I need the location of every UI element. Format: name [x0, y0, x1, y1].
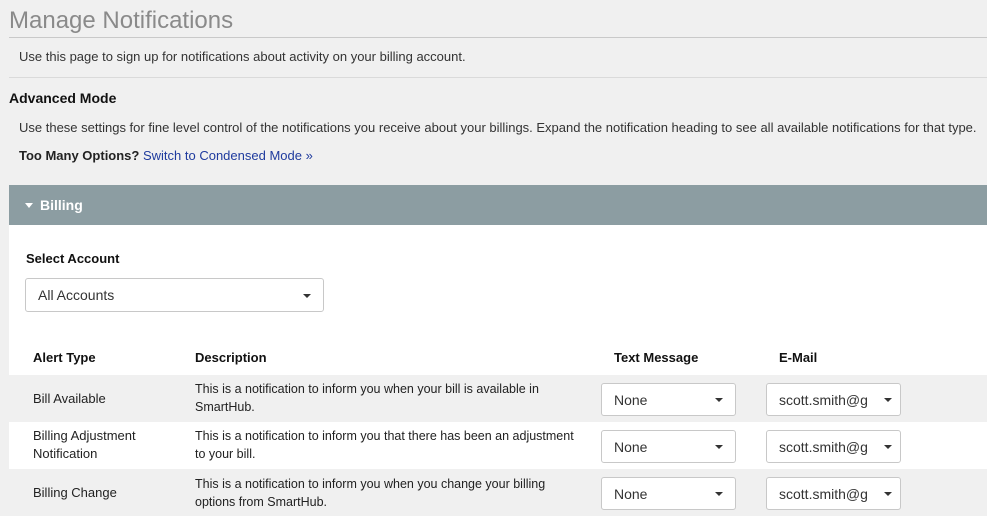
select-account-label: Select Account [26, 251, 120, 266]
page-title: Manage Notifications [9, 7, 234, 34]
billing-panel-title: Billing [40, 197, 83, 213]
col-email: E-Mail [779, 350, 818, 365]
text-message-select[interactable]: None [601, 383, 736, 416]
table-row: Billing Adjustment Notification This is … [9, 422, 987, 469]
section-divider [9, 77, 987, 78]
email-select[interactable]: scott.smith@g [766, 477, 901, 510]
email-select[interactable]: scott.smith@g [766, 430, 901, 463]
row-alert-type: Billing Adjustment Notification [33, 428, 136, 461]
col-description: Description [195, 350, 267, 365]
text-message-value: None [614, 485, 648, 502]
text-message-value: None [614, 438, 648, 455]
account-select-value: All Accounts [38, 287, 115, 303]
chevron-down-icon [715, 398, 723, 402]
email-select[interactable]: scott.smith@g [766, 383, 901, 416]
col-alert-type: Alert Type [33, 350, 96, 365]
text-message-value: None [614, 391, 648, 408]
chevron-down-icon [303, 294, 311, 298]
too-many-options: Too Many Options? Switch to Condensed Mo… [19, 148, 313, 163]
caret-down-icon [25, 202, 33, 208]
chevron-down-icon [884, 398, 892, 402]
advanced-mode-heading: Advanced Mode [9, 90, 117, 106]
row-description: This is a notification to inform you tha… [195, 429, 574, 461]
email-value: scott.smith@g [779, 485, 868, 502]
table-row: Bill Available This is a notification to… [9, 375, 987, 422]
row-description: This is a notification to inform you whe… [195, 382, 539, 414]
row-description: This is a notification to inform you whe… [195, 477, 546, 509]
chevron-down-icon [715, 445, 723, 449]
page-intro: Use this page to sign up for notificatio… [19, 49, 466, 64]
billing-panel-header[interactable]: Billing [9, 185, 987, 225]
account-select[interactable]: All Accounts [25, 278, 324, 312]
col-text-message: Text Message [614, 350, 699, 365]
chevron-down-icon [715, 492, 723, 496]
text-message-select[interactable]: None [601, 477, 736, 510]
switch-condensed-mode-link[interactable]: Switch to Condensed Mode » [143, 148, 313, 163]
row-alert-type: Billing Change [33, 485, 117, 500]
too-many-options-label: Too Many Options? [19, 148, 140, 163]
chevron-down-icon [884, 445, 892, 449]
alerts-table-header: Alert Type Description Text Message E-Ma… [9, 347, 987, 373]
row-alert-type: Bill Available [33, 391, 106, 406]
email-value: scott.smith@g [779, 438, 868, 455]
text-message-select[interactable]: None [601, 430, 736, 463]
email-value: scott.smith@g [779, 391, 868, 408]
advanced-mode-description: Use these settings for fine level contro… [19, 120, 977, 135]
chevron-down-icon [884, 492, 892, 496]
title-divider [9, 37, 987, 38]
billing-panel: Billing Select Account All Accounts Aler… [9, 185, 987, 516]
table-row: Billing Change This is a notification to… [9, 469, 987, 516]
